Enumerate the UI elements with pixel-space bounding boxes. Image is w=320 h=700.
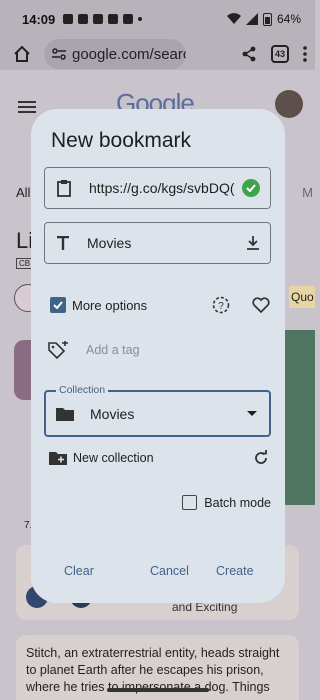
browser-toolbar: google.com/searc 43 (0, 38, 315, 70)
quotes-chip-partial[interactable]: Quo (289, 286, 315, 308)
favorite-heart-icon[interactable] (252, 297, 270, 313)
site-settings-icon[interactable] (52, 48, 66, 60)
batch-mode-row[interactable]: Batch mode (182, 495, 271, 510)
svg-text:?: ? (218, 301, 224, 312)
create-button[interactable]: Create (216, 564, 254, 578)
menu-icon[interactable] (18, 98, 36, 116)
clipboard-icon[interactable] (57, 179, 71, 197)
dot-icon (138, 17, 143, 21)
signal-icon (245, 13, 258, 25)
tag-add-icon (48, 341, 68, 359)
share-icon[interactable] (241, 46, 257, 62)
more-options-checkbox[interactable] (50, 297, 66, 313)
battery-icon (262, 12, 272, 26)
overflow-menu-icon[interactable] (303, 46, 307, 62)
batch-mode-label[interactable]: Batch mode (204, 496, 271, 510)
photo-icon (123, 14, 134, 24)
new-collection-label[interactable]: New collection (73, 451, 154, 465)
status-bar: 14:09 64% (0, 0, 315, 38)
more-options-row[interactable]: More options ? (50, 293, 270, 317)
url-text: google.com/searc (72, 45, 186, 63)
url-field[interactable]: https://g.co/kgs/svbDQ( (44, 167, 271, 209)
gesture-nav-bar[interactable] (107, 688, 209, 692)
collection-value[interactable]: Movies (90, 406, 247, 422)
tab-more-partial[interactable]: M (302, 185, 313, 200)
avatar[interactable] (275, 90, 303, 118)
address-bar[interactable]: google.com/searc (44, 39, 186, 69)
battery-percent: 64% (276, 12, 301, 26)
help-circle-icon[interactable]: ? (212, 296, 230, 314)
collection-dropdown[interactable]: Collection Movies (44, 384, 271, 437)
app-icon (108, 14, 119, 24)
folder-icon (56, 407, 74, 421)
new-collection-row[interactable]: New collection (49, 447, 269, 469)
text-title-icon (57, 236, 69, 250)
valid-check-icon (242, 179, 260, 197)
youtube-icon (78, 14, 89, 24)
download-icon[interactable] (246, 235, 260, 251)
poster-image[interactable] (285, 330, 315, 505)
refresh-icon[interactable] (253, 450, 269, 466)
wifi-icon (226, 13, 241, 24)
tab-count: 43 (274, 49, 285, 59)
collection-label: Collection (56, 384, 109, 396)
whatsapp-icon (63, 14, 74, 24)
new-bookmark-dialog: New bookmark https://g.co/kgs/svbDQ( Mov… (31, 109, 285, 603)
batch-mode-checkbox[interactable] (182, 495, 198, 510)
title-value[interactable]: Movies (87, 235, 246, 251)
title-field[interactable]: Movies (44, 222, 271, 264)
clear-button[interactable]: Clear (64, 564, 94, 578)
chevron-down-icon[interactable] (247, 411, 257, 416)
clock: 14:09 (22, 11, 56, 27)
tag-input[interactable]: Add a tag (86, 343, 140, 357)
tab-all[interactable]: All (16, 185, 30, 200)
tab-switcher-button[interactable]: 43 (271, 45, 289, 63)
notification-icons (63, 14, 143, 24)
url-value[interactable]: https://g.co/kgs/svbDQ( (89, 180, 242, 196)
dialog-title: New bookmark (51, 129, 192, 152)
new-folder-icon (49, 452, 67, 465)
cancel-button[interactable]: Cancel (150, 564, 189, 578)
add-tag-row[interactable]: Add a tag (48, 341, 140, 359)
home-icon[interactable] (8, 40, 36, 68)
messages-icon (93, 14, 104, 24)
more-options-label[interactable]: More options (72, 298, 147, 313)
